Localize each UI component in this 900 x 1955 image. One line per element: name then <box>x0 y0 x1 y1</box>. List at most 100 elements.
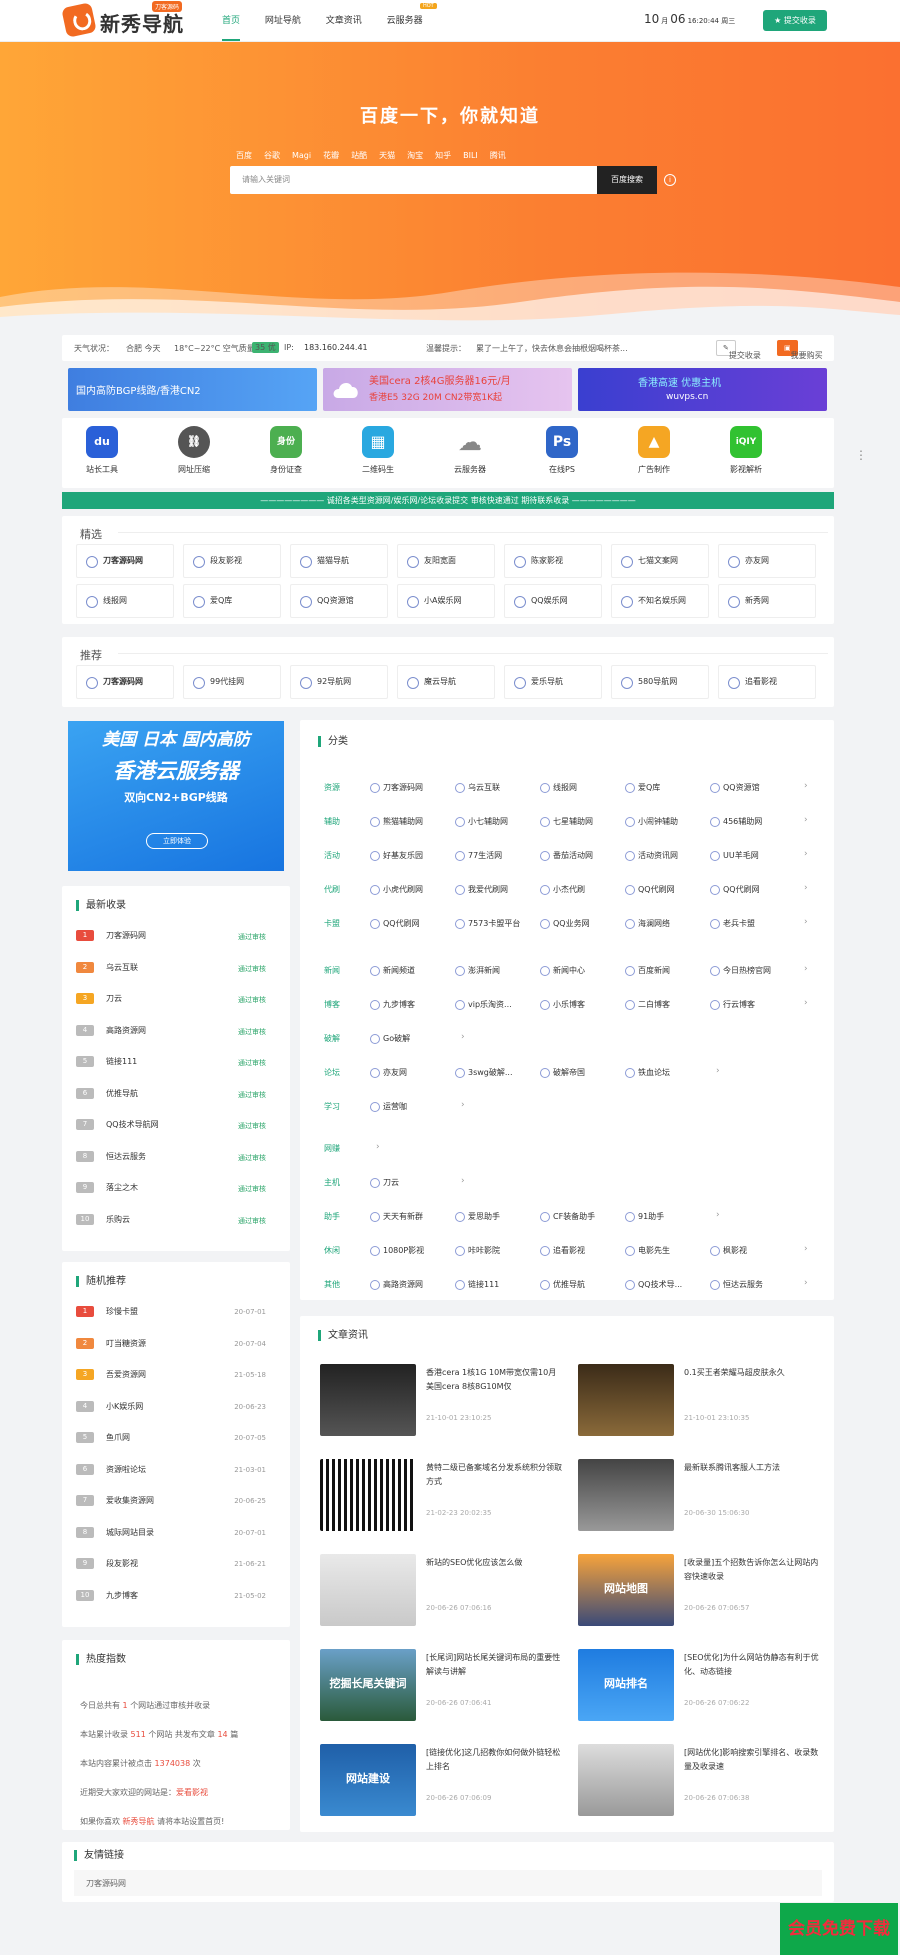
recommend-link[interactable]: 爱乐导航 <box>504 665 602 699</box>
category-name[interactable]: 新闻 <box>324 965 340 976</box>
recommend-link[interactable]: 580导航网 <box>611 665 709 699</box>
article-title[interactable]: [收录量]五个招数告诉你怎么让网站内容快速收录 <box>684 1556 824 1586</box>
article-thumbnail[interactable] <box>578 1744 674 1816</box>
category-link[interactable]: 恒达云服务 <box>710 1279 763 1290</box>
recommend-link[interactable]: 刀客源码网 <box>76 665 174 699</box>
category-name[interactable]: 破解 <box>324 1033 340 1044</box>
latest-item[interactable]: 3 刀云 通过审核 <box>76 993 266 1009</box>
category-link[interactable]: 天天有新群 <box>370 1211 423 1222</box>
tool-url-shortener[interactable]: ⛓ 网址压缩 <box>154 426 234 475</box>
category-name[interactable]: 学习 <box>324 1101 340 1112</box>
category-link[interactable]: CF装备助手 <box>540 1211 595 1222</box>
submit-site-button[interactable]: ★ 提交收录 <box>763 10 827 31</box>
category-link[interactable]: UU羊毛网 <box>710 850 759 861</box>
article-item[interactable]: 香港cera 1核1G 10M带宽仅需10月 美国cera 8核8G10M仅 21… <box>320 1364 570 1440</box>
category-name[interactable]: 论坛 <box>324 1067 340 1078</box>
random-item[interactable]: 1 珍慢卡盟 20-07-01 <box>76 1306 266 1322</box>
category-link[interactable]: QQ代刷网 <box>625 884 675 895</box>
latest-item[interactable]: 2 乌云互联 通过审核 <box>76 961 266 978</box>
category-link[interactable]: 爱Q库 <box>625 782 660 793</box>
article-title[interactable]: 0.1买王者荣耀马超皮肤永久 <box>684 1366 824 1396</box>
banner-ad-2[interactable]: 美国cera 2核4G服务器16元/月 香港E5 32G 20M CN2带宽1K… <box>323 368 572 411</box>
random-item[interactable]: 3 吾爱资源网 21-05-18 <box>76 1369 266 1385</box>
category-link[interactable]: 行云博客 <box>710 999 755 1010</box>
category-name[interactable]: 卡盟 <box>324 918 340 929</box>
article-item[interactable]: 黄特二级已备案域名分发系统积分领取方式 21-02-23 20:02:35 <box>320 1459 570 1535</box>
category-link[interactable]: 3swg破解... <box>455 1067 513 1078</box>
friend-link[interactable]: 刀客源码网 <box>86 1878 126 1889</box>
category-link[interactable]: 破解帝国 <box>540 1067 585 1078</box>
category-link[interactable]: 二白博客 <box>625 999 670 1010</box>
category-link[interactable]: 老兵卡盟 <box>710 918 755 929</box>
engine-tab[interactable]: 谷歌 <box>264 151 280 160</box>
article-thumbnail[interactable] <box>320 1459 416 1531</box>
search-button[interactable]: 百度搜索 <box>597 166 657 194</box>
category-name[interactable]: 主机 <box>324 1177 340 1188</box>
side-server-ad[interactable]: 美国 日本 国内高防 香港云服务器 双向CN2+BGP线路 立即体验 <box>68 721 284 871</box>
category-link[interactable]: 小七辅助网 <box>455 816 508 827</box>
category-link[interactable]: 今日热榜官网 <box>710 965 771 976</box>
random-item[interactable]: 10 九步博客 21-05-02 <box>76 1589 266 1606</box>
engine-tab[interactable]: 百度 <box>236 151 252 160</box>
category-link[interactable]: QQ代刷网 <box>710 884 760 895</box>
category-name[interactable]: 活动 <box>324 850 340 861</box>
featured-link[interactable]: 刀客源码网 <box>76 544 174 578</box>
category-link[interactable]: 铁血论坛 <box>625 1067 670 1078</box>
article-thumbnail[interactable]: 网站建设 <box>320 1744 416 1816</box>
info-icon[interactable]: i <box>664 174 676 186</box>
article-title[interactable]: 新站的SEO优化应该怎么做 <box>426 1556 566 1586</box>
engine-tab[interactable]: 站酷 <box>351 151 367 160</box>
article-item[interactable]: 挖掘长尾关键词 [长尾词]网站长尾关键词布局的重要性解读与讲解 20-06-26 0… <box>320 1649 570 1725</box>
category-link[interactable]: 爱思助手 <box>455 1211 500 1222</box>
featured-link[interactable]: 七猫文案网 <box>611 544 709 578</box>
category-link[interactable]: QQ资源馆 <box>710 782 760 793</box>
random-item[interactable]: 5 鱼爪网 20-07-05 <box>76 1432 266 1448</box>
article-item[interactable]: 网站地图 [收录量]五个招数告诉你怎么让网站内容快速收录 20-06-26 07:0… <box>578 1554 828 1630</box>
category-link[interactable]: 优推导航 <box>540 1279 585 1290</box>
category-link[interactable]: 小虎代刷网 <box>370 884 423 895</box>
latest-item[interactable]: 9 落尘之木 通过审核 <box>76 1182 266 1198</box>
article-title[interactable]: [长尾词]网站长尾关键词布局的重要性解读与讲解 <box>426 1651 566 1681</box>
featured-link[interactable]: 新秀网 <box>718 584 816 618</box>
tool-ad-maker[interactable]: ▲ 广告制作 <box>614 426 694 475</box>
category-link[interactable]: 澎湃新闻 <box>455 965 500 976</box>
banner-ad-1[interactable]: 国内高防BGP线路/香港CN2 <box>68 368 317 411</box>
featured-link[interactable]: 爱Q库 <box>183 584 281 618</box>
category-link[interactable]: 我爱代刷网 <box>455 884 508 895</box>
article-title[interactable]: 香港cera 1核1G 10M带宽仅需10月 美国cera 8核8G10M仅 <box>426 1366 566 1396</box>
category-link[interactable]: 小乐博客 <box>540 999 585 1010</box>
featured-link[interactable]: 友阳宽面 <box>397 544 495 578</box>
category-link[interactable]: 活动资讯网 <box>625 850 678 861</box>
random-item[interactable]: 2 叮当糖资源 20-07-04 <box>76 1337 266 1354</box>
chevron-right-icon[interactable]: › <box>804 998 808 1008</box>
category-link[interactable]: 乌云互联 <box>455 782 500 793</box>
notice-banner[interactable]: ———————— 诚招各类型资源网/娱乐网/论坛收录提交 审核快速通过 期待联系… <box>62 492 834 509</box>
article-thumbnail[interactable] <box>320 1364 416 1436</box>
menu-item-site-nav[interactable]: 网址导航 <box>265 13 301 41</box>
article-thumbnail[interactable] <box>578 1364 674 1436</box>
article-item[interactable]: 网站建设 [链接优化]这几招教你如何做外链轻松上排名 20-06-26 07:06:… <box>320 1744 570 1820</box>
featured-link[interactable]: 线报网 <box>76 584 174 618</box>
article-thumbnail[interactable]: 网站地图 <box>578 1554 674 1626</box>
recommend-link[interactable]: 92导航网 <box>290 665 388 699</box>
tool-qrcode[interactable]: ▦ 二维码生 <box>338 426 418 475</box>
random-item[interactable]: 9 段友影视 21-06-21 <box>76 1558 266 1574</box>
category-link[interactable]: 海澜网络 <box>625 918 670 929</box>
article-thumbnail[interactable]: 挖掘长尾关键词 <box>320 1649 416 1721</box>
article-title[interactable]: [SEO优化]为什么网站伪静态有利于优化、动态链接 <box>684 1651 824 1681</box>
category-link[interactable]: vip乐淘资... <box>455 999 512 1010</box>
latest-item[interactable]: 7 QQ技术导航网 通过审核 <box>76 1119 266 1135</box>
chevron-right-icon[interactable]: › <box>461 1176 465 1186</box>
category-link[interactable]: 91助手 <box>625 1211 664 1222</box>
random-item[interactable]: 6 资源啦论坛 21-03-01 <box>76 1463 266 1480</box>
chevron-right-icon[interactable]: › <box>804 883 808 893</box>
category-link[interactable]: 1080P影视 <box>370 1245 424 1256</box>
engine-tab[interactable]: 花瓣 <box>323 151 339 160</box>
side-ad-button[interactable]: 立即体验 <box>146 833 208 849</box>
category-link[interactable]: 九步博客 <box>370 999 415 1010</box>
engine-tab[interactable]: 淘宝 <box>407 151 423 160</box>
chevron-right-icon[interactable]: › <box>461 1032 465 1042</box>
category-name[interactable]: 资源 <box>324 782 340 793</box>
menu-item-articles[interactable]: 文章资讯 <box>326 13 362 41</box>
category-link[interactable]: 刀客源码网 <box>370 782 423 793</box>
